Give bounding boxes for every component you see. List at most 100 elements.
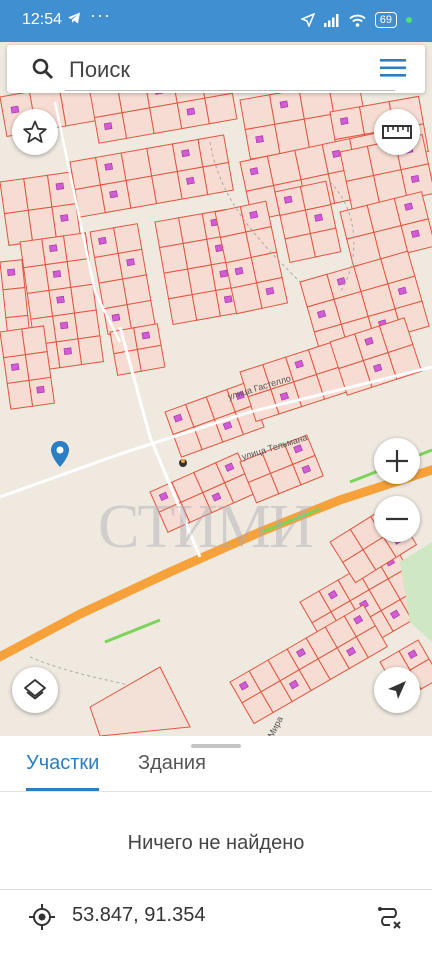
drag-handle[interactable] <box>191 744 241 748</box>
parcel <box>3 209 34 246</box>
building <box>52 270 62 278</box>
parcel <box>0 178 29 215</box>
search-underline <box>65 90 395 91</box>
building <box>126 258 135 267</box>
measure-button[interactable] <box>374 109 420 155</box>
building <box>104 162 114 171</box>
parcel-block <box>69 134 234 218</box>
tab-parcels-label: Участки <box>26 752 100 774</box>
status-bar: 12:54 ··· 69 <box>0 0 432 42</box>
building <box>49 244 58 253</box>
building <box>339 117 349 125</box>
building <box>186 107 196 116</box>
parcel-block <box>109 323 166 376</box>
layers-button[interactable] <box>12 667 58 713</box>
parcel <box>70 283 97 314</box>
battery-indicator: 69 <box>374 12 397 28</box>
parcel <box>21 325 48 356</box>
layers-icon <box>24 679 46 700</box>
building <box>60 214 69 222</box>
ruler-icon <box>382 125 412 139</box>
my-location-button[interactable] <box>374 667 420 713</box>
parcel <box>27 206 58 243</box>
zoom-in-button[interactable] <box>374 438 420 484</box>
route-icon[interactable] <box>376 904 402 930</box>
location-arrow-icon <box>300 13 315 27</box>
status-time: 12:54 <box>22 11 63 28</box>
tab-divider <box>0 791 432 792</box>
building <box>279 100 289 109</box>
navigation-arrow-icon <box>388 681 406 699</box>
tab-buildings-label: Здания <box>138 752 206 774</box>
parcel <box>136 344 166 372</box>
building <box>7 268 16 276</box>
parcel <box>197 134 230 168</box>
map-pin-icon[interactable] <box>50 440 70 468</box>
empty-results-message: Ничего не найдено <box>127 832 305 854</box>
building <box>10 105 20 114</box>
status-icons: 69 <box>300 12 412 28</box>
parcel-block <box>229 604 389 725</box>
parcel <box>146 143 178 177</box>
building <box>109 190 118 199</box>
parcel <box>120 147 153 182</box>
hamburger-menu-icon[interactable] <box>379 57 407 79</box>
building <box>103 122 113 131</box>
building <box>55 182 65 191</box>
parcel <box>26 289 54 320</box>
tab-buildings[interactable]: Здания <box>138 752 206 775</box>
parcel <box>149 102 183 135</box>
wifi-icon <box>349 14 366 27</box>
building <box>98 236 107 245</box>
parcel <box>69 156 102 191</box>
parcel <box>113 223 143 255</box>
building <box>255 135 264 144</box>
telegram-icon <box>67 11 81 30</box>
parcel <box>19 238 46 269</box>
building <box>410 174 420 183</box>
parcel <box>121 107 155 139</box>
parcel <box>151 170 183 205</box>
building <box>410 229 420 238</box>
building <box>59 321 69 330</box>
parcel <box>0 328 26 359</box>
parcel <box>23 174 53 211</box>
footer-divider <box>0 889 432 890</box>
search-icon[interactable] <box>31 57 55 81</box>
parcel <box>6 379 34 410</box>
building <box>283 195 293 204</box>
coordinates-readout[interactable]: 53.847, 91.354 <box>72 904 205 927</box>
building <box>314 213 323 222</box>
building <box>265 287 275 296</box>
parcel <box>202 161 234 196</box>
zoom-out-button[interactable] <box>374 496 420 542</box>
parcel <box>125 175 158 209</box>
parcel <box>51 203 81 240</box>
building <box>223 295 233 304</box>
land-lot <box>89 666 191 736</box>
map-view[interactable]: улица Гастелло улица Тельмана Мира СТИМИ <box>0 42 432 736</box>
parcel <box>23 264 50 295</box>
building <box>249 167 259 176</box>
signal-icon <box>323 13 339 27</box>
minus-icon <box>386 517 408 521</box>
building <box>63 347 72 356</box>
charging-dot <box>406 17 412 23</box>
parcel <box>239 94 276 131</box>
crosshair-target-icon[interactable] <box>29 904 55 930</box>
parcel-block <box>89 223 156 335</box>
building <box>234 267 244 276</box>
highway-edge-green <box>104 618 161 644</box>
parcel <box>77 335 105 366</box>
building <box>249 210 259 219</box>
tab-parcels[interactable]: Участки <box>26 752 100 791</box>
favorites-button[interactable] <box>12 109 58 155</box>
fire-marker-flame <box>181 459 185 463</box>
results-panel: Участки Здания Ничего не найдено 53.847,… <box>0 736 432 960</box>
watermark-logo: СТИМИ <box>98 493 314 561</box>
parcel-block <box>0 171 81 246</box>
search-bar <box>7 45 425 93</box>
map-canvas[interactable] <box>0 42 432 736</box>
search-input[interactable] <box>67 53 371 87</box>
building <box>36 385 45 394</box>
